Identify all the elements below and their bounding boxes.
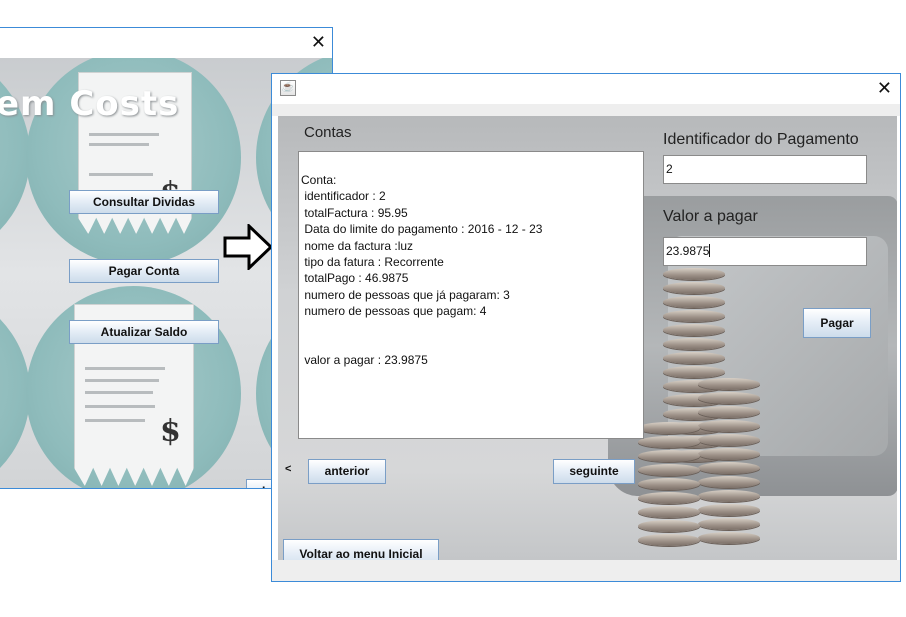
detail-line: numero de pessoas que já pagaram: 3 <box>301 287 510 302</box>
previous-icon: < <box>285 463 292 475</box>
detail-line: totalPago : 46.9875 <box>301 271 409 286</box>
menu-strip <box>272 104 900 116</box>
detail-line: nome da factura :luz <box>301 238 414 253</box>
voltar-menu-button[interactable]: Voltar ao menu Inicial <box>283 539 439 560</box>
close-icon[interactable]: ✕ <box>311 32 326 52</box>
detail-line <box>301 320 643 336</box>
arrow-right-icon <box>223 224 273 270</box>
detail-line <box>301 336 643 352</box>
bottom-strip <box>272 560 900 581</box>
close-icon[interactable]: ✕ <box>877 78 892 98</box>
main-menu-titlebar: ✕ <box>0 28 332 58</box>
detail-line: tipo da fatura : Recorrente <box>301 255 444 270</box>
atualizar-saldo-button[interactable]: Atualizar Saldo <box>69 320 219 344</box>
contas-label: Contas <box>304 124 352 141</box>
contas-content: Contas Identificador do Pagamento 2 Valo… <box>278 116 897 560</box>
anterior-button[interactable]: anterior <box>308 459 386 484</box>
detail-line: Conta: <box>301 173 337 187</box>
dollar-icon: $ <box>160 414 181 449</box>
java-cup-icon: ☕ <box>280 80 296 96</box>
text-caret <box>709 244 711 257</box>
valor-label: Valor a pagar <box>663 208 758 225</box>
identificador-label: Identificador do Pagamento <box>663 131 859 148</box>
app-title: em Costs <box>0 84 180 124</box>
valor-value: 23.9875 <box>666 244 710 258</box>
conta-details-textarea[interactable]: Conta: identificador : 2 totalFactura : … <box>298 151 644 439</box>
consultar-dividas-button[interactable]: Consultar Dividas <box>69 190 219 214</box>
valor-field[interactable]: 23.9875 <box>663 237 867 266</box>
identificador-field[interactable]: 2 <box>663 155 867 184</box>
detail-line: totalFactura : 95.95 <box>301 205 408 220</box>
detail-line: Data do limite do pagamento : 2016 - 12 … <box>301 222 543 237</box>
detail-line: identificador : 2 <box>301 189 386 204</box>
detail-line: valor a pagar : 23.9875 <box>301 352 428 367</box>
contas-window: ☕ ✕ Contas Identificador do Pagamento 2 … <box>271 73 901 582</box>
decor-circle: $ <box>26 286 241 488</box>
detail-line: numero de pessoas que pagam: 4 <box>301 304 487 319</box>
contas-titlebar: ☕ ✕ <box>272 74 900 104</box>
pagar-conta-button[interactable]: Pagar Conta <box>69 259 219 283</box>
pagar-button[interactable]: Pagar <box>803 308 871 338</box>
seguinte-button[interactable]: seguinte <box>553 459 635 484</box>
